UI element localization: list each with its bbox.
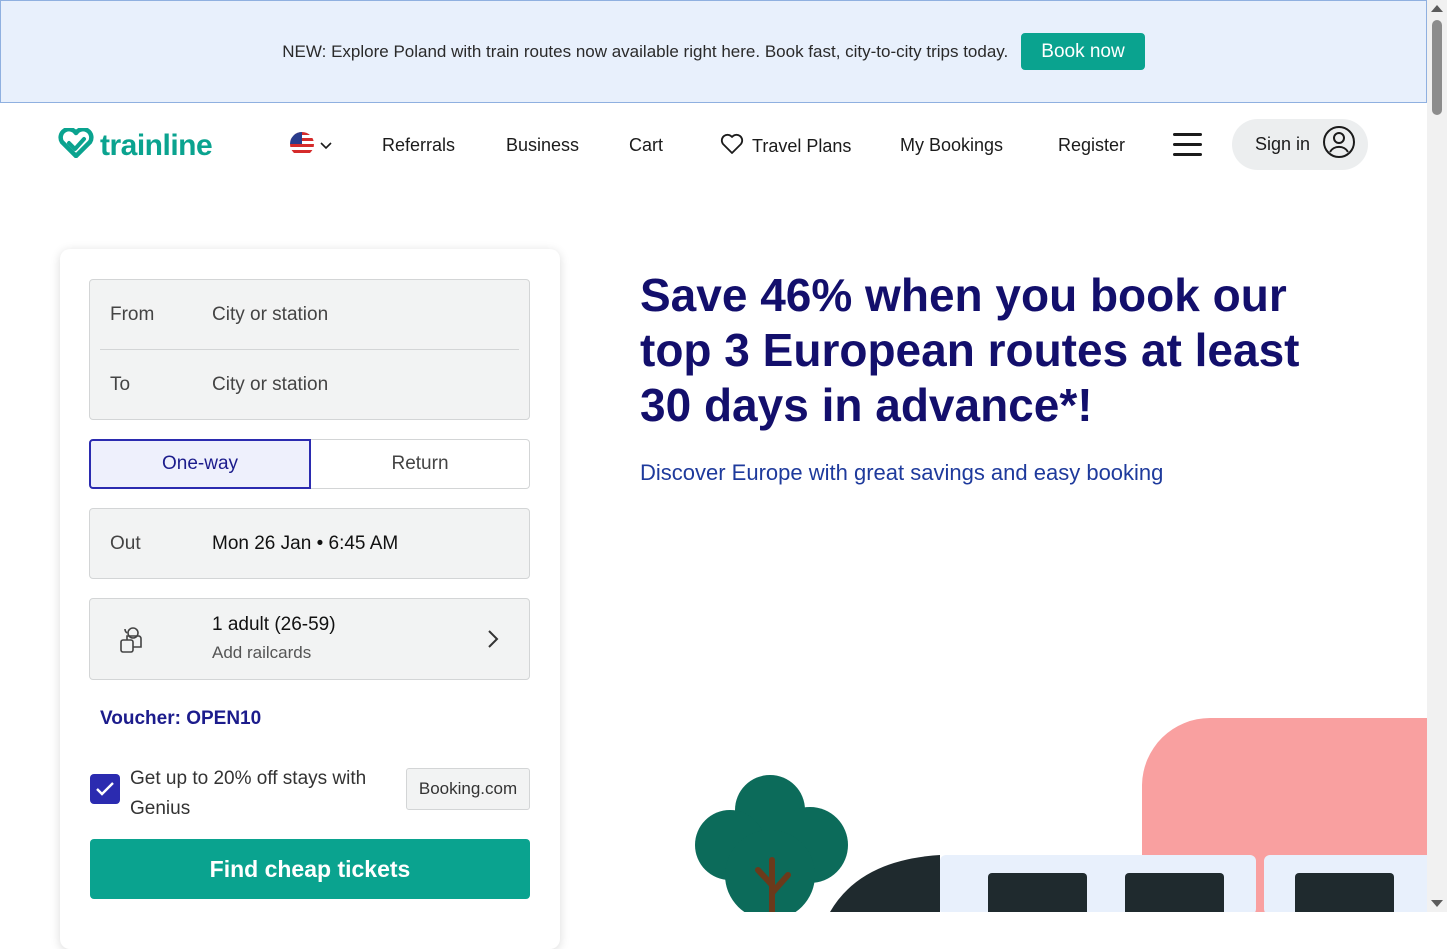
passengers-field[interactable]: 1 adult (26-59) Add railcards — [89, 598, 530, 680]
sign-in-button[interactable]: Sign in — [1232, 119, 1368, 170]
vertical-scrollbar[interactable] — [1427, 0, 1447, 912]
find-cheap-tickets-button[interactable]: Find cheap tickets — [90, 839, 530, 899]
menu-icon[interactable] — [1173, 133, 1203, 157]
heart-icon — [720, 133, 744, 160]
booking-com-logo: Booking.com — [406, 768, 530, 810]
user-icon — [1322, 125, 1356, 164]
us-flag-icon — [289, 131, 315, 162]
from-label: From — [110, 304, 155, 325]
nav-register[interactable]: Register — [1058, 135, 1125, 156]
out-value: Mon 26 Jan • 6:45 AM — [212, 533, 399, 554]
to-input[interactable]: City or station — [212, 374, 328, 396]
chevron-down-icon — [320, 138, 332, 156]
from-field[interactable]: From City or station — [90, 280, 529, 350]
travel-plans-label: Travel Plans — [752, 136, 852, 156]
chevron-right-icon — [487, 629, 499, 654]
nav-travel-plans[interactable]: Travel Plans — [720, 133, 851, 160]
hero-title: Save 46% when you book our top 3 Europea… — [640, 269, 1300, 431]
book-now-button[interactable]: Book now — [1021, 33, 1145, 70]
promo-banner: NEW: Explore Poland with train routes no… — [0, 0, 1427, 103]
genius-offer: Get up to 20% off stays with Genius Book… — [89, 764, 530, 824]
passenger-count: 1 adult (26-59) — [212, 614, 336, 635]
site-header: trainline Referrals Business Cart Travel… — [0, 105, 1427, 185]
nav-business[interactable]: Business — [506, 135, 579, 156]
logo-text: trainline — [100, 128, 213, 162]
to-field[interactable]: To City or station — [90, 350, 529, 420]
heart-logo-icon — [58, 127, 94, 163]
trainline-logo[interactable]: trainline — [58, 127, 213, 163]
voucher-code[interactable]: Voucher: OPEN10 — [100, 708, 261, 730]
scroll-thumb[interactable] — [1432, 20, 1442, 115]
from-input[interactable]: City or station — [212, 304, 328, 326]
to-label: To — [110, 374, 131, 395]
passengers-icon — [118, 625, 144, 660]
genius-checkbox[interactable] — [90, 774, 120, 804]
scroll-up-icon[interactable] — [1431, 5, 1443, 12]
nav-my-bookings[interactable]: My Bookings — [900, 135, 1003, 156]
nav-cart[interactable]: Cart — [629, 135, 663, 156]
return-option[interactable]: Return — [311, 439, 530, 489]
banner-text: NEW: Explore Poland with train routes no… — [282, 41, 1009, 61]
search-card: From City or station To City or station … — [60, 249, 560, 949]
nav-referrals[interactable]: Referrals — [382, 135, 455, 156]
hero-subtitle[interactable]: Discover Europe with great savings and e… — [640, 460, 1163, 486]
outbound-date-field[interactable]: Out Mon 26 Jan • 6:45 AM — [89, 508, 530, 579]
language-selector[interactable] — [289, 131, 332, 162]
sign-in-label: Sign in — [1254, 134, 1310, 154]
add-railcards-link[interactable]: Add railcards — [212, 643, 311, 663]
from-to-box: From City or station To City or station — [89, 279, 530, 420]
trip-type-toggle: One-way Return — [89, 439, 530, 489]
out-label: Out — [110, 533, 141, 554]
one-way-option[interactable]: One-way — [89, 439, 311, 489]
train-illustration — [680, 715, 1427, 912]
scroll-down-icon[interactable] — [1431, 900, 1443, 907]
genius-text: Get up to 20% off stays with Genius — [130, 768, 367, 819]
